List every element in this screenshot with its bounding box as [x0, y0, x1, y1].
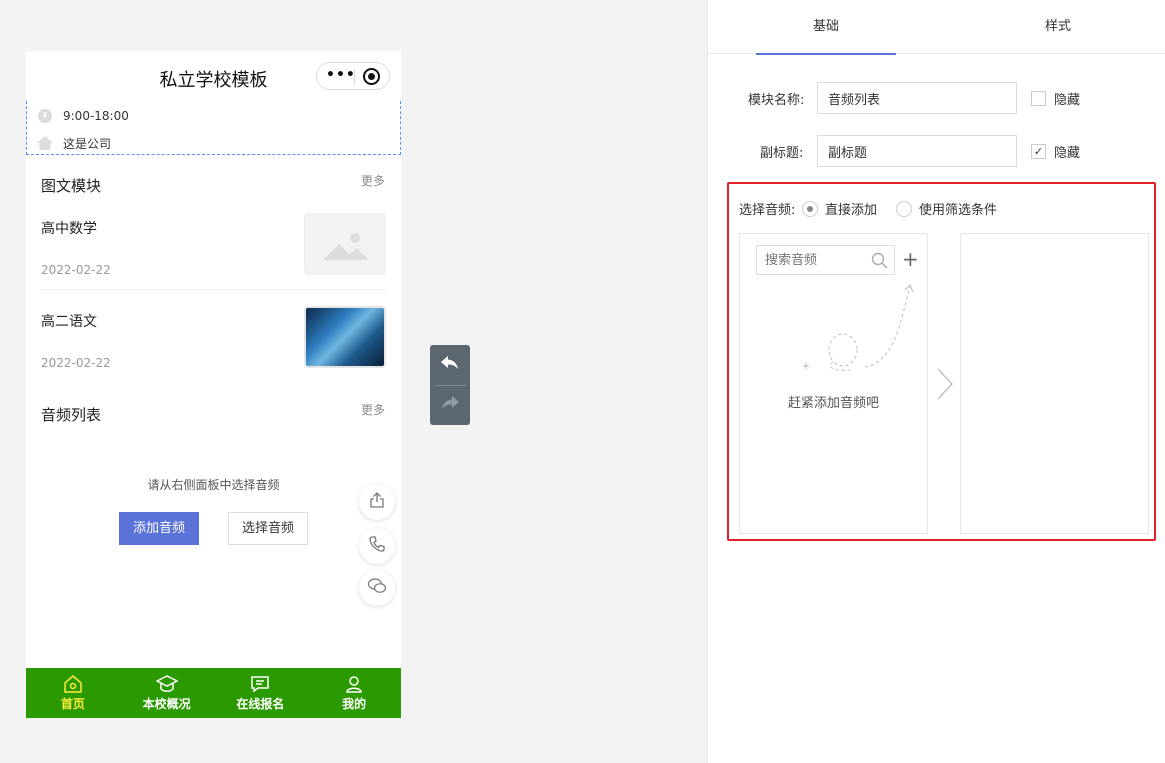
tab-style[interactable]: 样式	[988, 0, 1128, 54]
article-title: 高二语文	[41, 314, 97, 330]
close-target-icon[interactable]	[363, 68, 380, 85]
tab-label: 在线报名	[236, 697, 285, 711]
radio-unchecked-icon[interactable]	[896, 200, 912, 217]
address-text: 这是公司	[63, 136, 112, 151]
article-thumbnail	[304, 306, 386, 368]
subtitle-hide-checkbox[interactable]: ✓ 隐藏	[1031, 142, 1080, 161]
audio-select-label: 选择音频:	[739, 203, 796, 218]
share-icon	[368, 491, 386, 513]
radio-label: 直接添加	[825, 203, 878, 218]
redo-icon	[440, 395, 460, 415]
share-button[interactable]	[359, 484, 395, 520]
add-icon[interactable]: +	[902, 249, 919, 269]
module-name-hide-checkbox[interactable]: 隐藏	[1031, 89, 1080, 108]
tab-home[interactable]: 首页	[26, 668, 120, 718]
phone-preview: 私立学校模板 ••• 9:00-18:00 这是公司 图文模块 更多 高中数学 …	[26, 51, 401, 718]
tab-online-registration[interactable]: 在线报名	[214, 668, 308, 718]
radio-label: 使用筛选条件	[919, 203, 998, 218]
checkbox-unchecked-icon[interactable]	[1031, 91, 1046, 106]
module-name-input[interactable]	[817, 82, 1017, 114]
article-divider	[41, 289, 386, 290]
select-audio-button[interactable]: 选择音频	[228, 512, 308, 545]
home-icon	[63, 674, 83, 694]
radio-checked-icon[interactable]	[802, 200, 818, 217]
empty-text: 赶紧添加音频吧	[787, 396, 879, 411]
message-icon	[250, 674, 270, 694]
article-title: 高中数学	[41, 221, 97, 237]
tab-basic[interactable]: 基础	[756, 0, 896, 55]
empty-illustration-icon	[795, 282, 925, 386]
tab-label: 我的	[342, 697, 367, 711]
undo-icon	[440, 355, 460, 375]
image-placeholder-icon	[304, 213, 386, 275]
add-audio-button[interactable]: 添加音频	[119, 512, 199, 545]
settings-panel: 基础 样式 模块名称: 隐藏 副标题: ✓ 隐藏 选择音频: 直接添加 使用筛选…	[707, 0, 1165, 763]
tab-label: 本校概况	[142, 697, 191, 711]
address-row: 这是公司	[37, 133, 111, 153]
wechat-button[interactable]	[359, 570, 395, 606]
hide-label: 隐藏	[1054, 93, 1081, 108]
audio-select-area: 选择音频: 直接添加 使用筛选条件 +	[727, 182, 1156, 541]
hours-row: 9:00-18:00	[37, 106, 129, 126]
wechat-icon	[367, 577, 387, 599]
article-date: 2022-02-22	[41, 356, 111, 370]
module-name-label: 模块名称:	[748, 93, 805, 108]
audio-empty-hint: 请从右侧面板中选择音频	[147, 478, 280, 492]
audio-more-link[interactable]: 更多	[361, 401, 385, 418]
radio-direct-add[interactable]: 直接添加	[802, 199, 877, 218]
subtitle-label: 副标题:	[760, 146, 804, 161]
capsule-divider	[354, 69, 355, 85]
phone-icon	[368, 535, 386, 557]
hide-label: 隐藏	[1054, 146, 1081, 161]
graduation-cap-icon	[155, 674, 178, 694]
selected-audio-list	[960, 233, 1149, 534]
phone-call-button[interactable]	[359, 528, 395, 564]
tab-label: 首页	[60, 697, 85, 711]
undo-button[interactable]	[430, 345, 470, 385]
article-item[interactable]: 高二语文 2022-02-22	[41, 306, 386, 396]
settings-tabs: 基础 样式	[708, 0, 1165, 55]
bottom-tabbar: 首页 本校概况 在线报名 我的	[26, 668, 401, 718]
article-more-link[interactable]: 更多	[361, 172, 385, 189]
article-date: 2022-02-22	[41, 263, 111, 277]
contact-info-block[interactable]: 9:00-18:00 这是公司	[26, 101, 401, 155]
audio-source-list: + 赶紧添加音频吧	[739, 233, 928, 534]
radio-filter-conditions[interactable]: 使用筛选条件	[896, 199, 997, 218]
redo-button[interactable]	[430, 385, 470, 425]
phone-header: 私立学校模板 •••	[26, 51, 401, 101]
hours-text: 9:00-18:00	[63, 109, 129, 123]
chevron-right-icon[interactable]	[936, 367, 954, 405]
mini-program-capsule[interactable]: •••	[316, 62, 390, 90]
tab-school-overview[interactable]: 本校概况	[120, 668, 214, 718]
subtitle-input[interactable]	[817, 135, 1017, 167]
clock-icon	[37, 108, 53, 124]
article-section-title: 图文模块	[41, 177, 102, 195]
audio-section-title: 音频列表	[41, 406, 102, 424]
search-icon[interactable]	[871, 252, 888, 273]
home-icon	[37, 135, 53, 151]
tab-mine[interactable]: 我的	[307, 668, 401, 718]
more-icon[interactable]: •••	[326, 67, 356, 83]
user-icon	[344, 674, 364, 694]
checkmark-icon[interactable]: ✓	[1031, 144, 1046, 159]
history-controls	[430, 345, 470, 425]
